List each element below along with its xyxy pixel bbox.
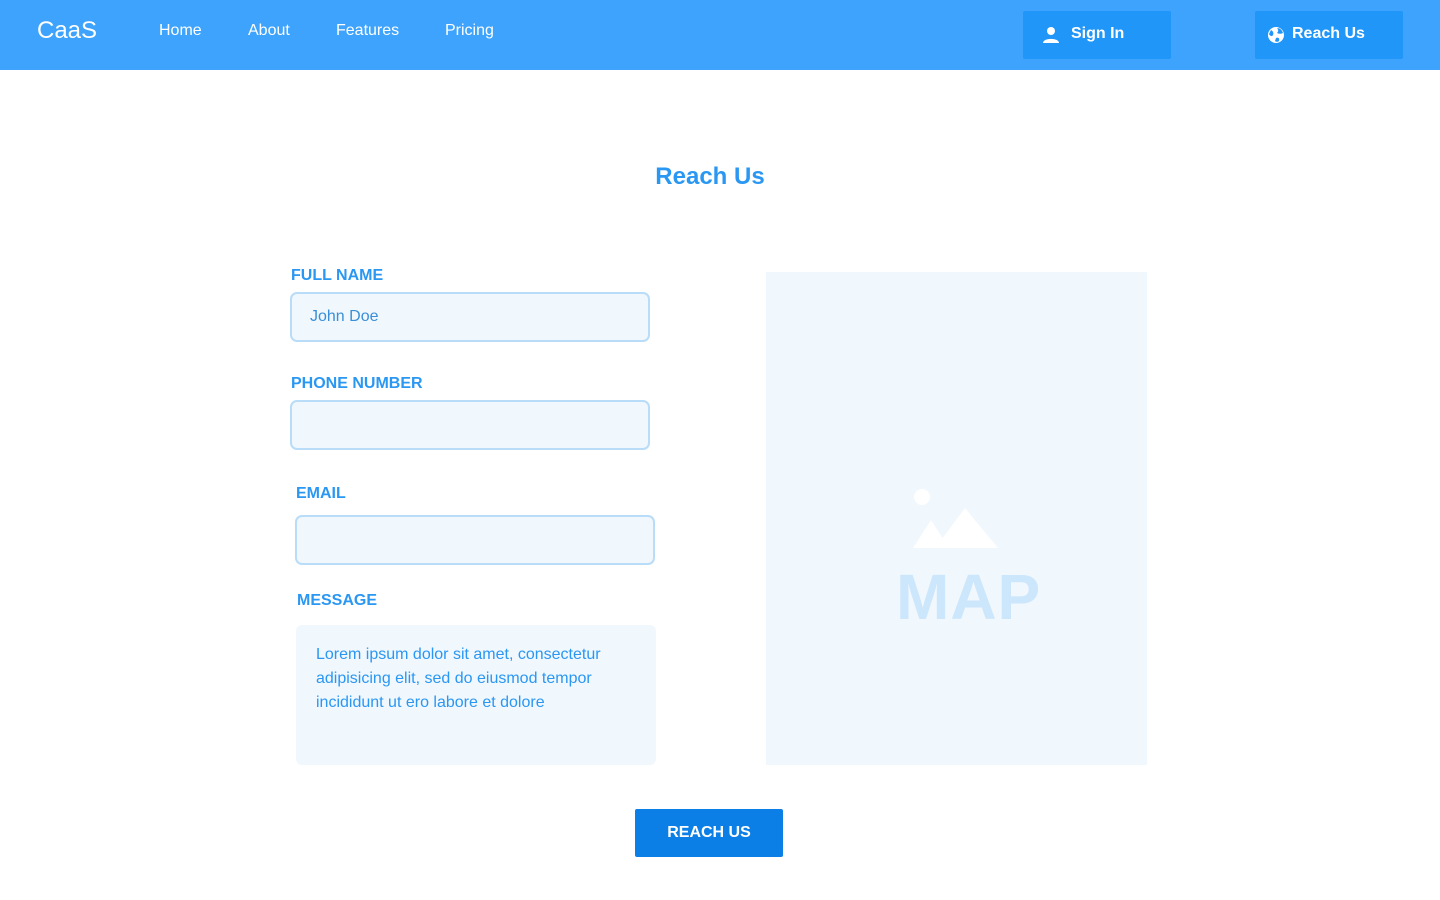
full-name-input[interactable]	[290, 292, 650, 342]
reach-us-nav-label: Reach Us	[1292, 25, 1365, 42]
map-label: MAP	[896, 561, 1042, 633]
brand-logo[interactable]: CaaS	[37, 17, 97, 45]
sign-in-label: Sign In	[1071, 25, 1125, 42]
nav-link-pricing[interactable]: Pricing	[445, 22, 494, 40]
email-label: EMAIL	[296, 485, 346, 502]
message-label: MESSAGE	[297, 592, 378, 609]
nav-link-features[interactable]: Features	[336, 22, 399, 40]
message-textarea[interactable]: Lorem ipsum dolor sit amet, consectetur …	[296, 625, 656, 765]
sign-in-button[interactable]: Sign In	[1023, 11, 1171, 59]
user-icon	[1043, 27, 1059, 43]
email-input[interactable]	[295, 515, 655, 565]
globe-icon	[1268, 27, 1284, 43]
phone-number-input[interactable]	[290, 400, 650, 450]
full-name-label: FULL NAME	[291, 267, 384, 284]
reach-us-nav-button[interactable]: Reach Us	[1255, 11, 1403, 59]
phone-number-label: PHONE NUMBER	[291, 375, 423, 392]
nav-link-home[interactable]: Home	[159, 22, 202, 40]
reach-us-submit-button[interactable]: REACH US	[635, 809, 783, 857]
map-placeholder[interactable]: MAP	[766, 272, 1147, 765]
top-navbar: CaaS Home About Features Pricing Sign In…	[0, 0, 1440, 70]
page-title: Reach Us	[655, 163, 765, 190]
image-placeholder-icon	[913, 489, 998, 548]
nav-link-about[interactable]: About	[248, 22, 290, 40]
